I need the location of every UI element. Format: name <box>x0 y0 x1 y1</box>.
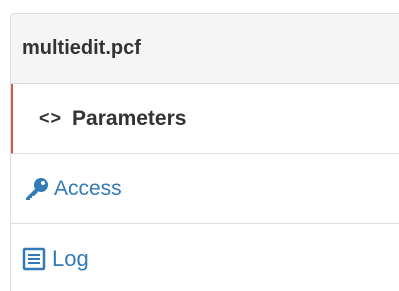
nav-item-log[interactable]: Log <box>11 224 399 291</box>
panel-heading: multiedit.pcf <box>11 14 399 84</box>
panel-title: multiedit.pcf <box>22 37 141 59</box>
nav-item-parameters[interactable]: <> Parameters <box>11 84 399 154</box>
list-icon <box>22 247 48 271</box>
file-panel: multiedit.pcf <> Parameters Access Log <box>10 13 399 291</box>
nav-item-label: Log <box>52 246 89 271</box>
key-icon <box>22 177 50 201</box>
code-icon: <> <box>39 108 63 128</box>
nav-item-access[interactable]: Access <box>11 154 399 224</box>
nav-item-label: Parameters <box>72 106 187 130</box>
nav-item-label: Access <box>54 176 122 200</box>
